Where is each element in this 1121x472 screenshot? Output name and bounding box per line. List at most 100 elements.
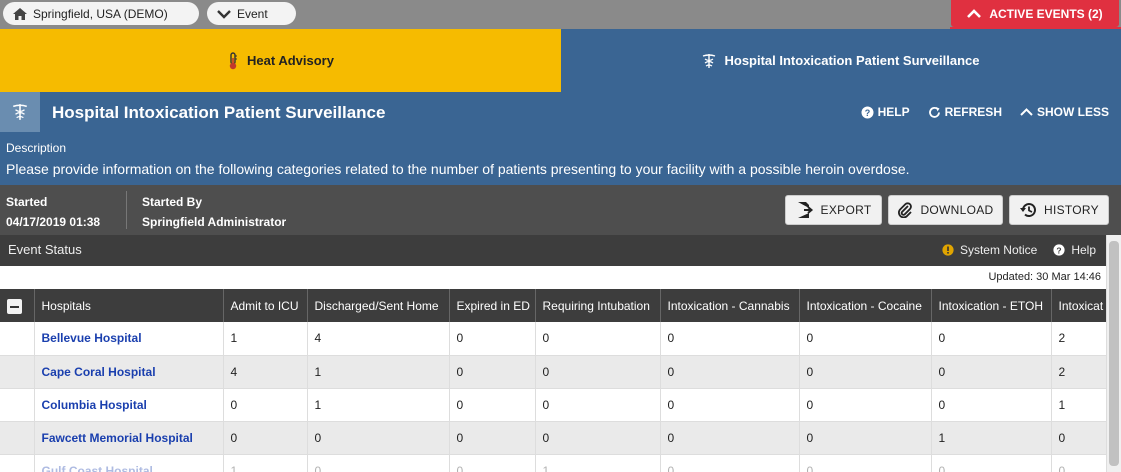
active-events-button[interactable]: ACTIVE EVENTS (2) xyxy=(951,0,1119,27)
event-status-title: Event Status xyxy=(8,242,82,257)
value-cell[interactable]: 0 xyxy=(535,421,661,455)
event-status-bar: Event Status System Notice ? Help xyxy=(0,235,1106,266)
status-help-button[interactable]: ? Help xyxy=(1053,243,1096,257)
history-button[interactable]: HISTORY xyxy=(1009,195,1109,225)
row-select-cell[interactable] xyxy=(0,388,35,422)
value-cell[interactable]: 0 xyxy=(1051,454,1106,472)
row-select-cell[interactable] xyxy=(0,454,35,472)
hospital-cell: Cape Coral Hospital xyxy=(34,355,224,389)
column-header[interactable]: Expired in ED xyxy=(449,289,536,322)
export-button[interactable]: EXPORT xyxy=(785,195,882,225)
value-cell[interactable]: 0 xyxy=(1051,421,1106,455)
value-cell[interactable]: 1 xyxy=(307,388,450,422)
value-cell[interactable]: 0 xyxy=(799,355,932,389)
value-cell[interactable]: 2 xyxy=(1051,355,1106,389)
row-select-cell[interactable] xyxy=(0,355,35,389)
value-cell[interactable]: 0 xyxy=(660,421,800,455)
row-select-cell[interactable] xyxy=(0,322,35,356)
hospital-link[interactable]: Columbia Hospital xyxy=(42,398,147,412)
location-selector[interactable]: Springfield, USA (DEMO) xyxy=(3,2,199,25)
value-cell[interactable]: 1 xyxy=(931,421,1052,455)
refresh-button[interactable]: REFRESH xyxy=(928,105,1002,119)
active-events-label: ACTIVE EVENTS (2) xyxy=(989,6,1103,21)
value-cell[interactable]: 0 xyxy=(535,388,661,422)
event-menu-button[interactable]: Event xyxy=(207,2,296,25)
value-cell[interactable]: 0 xyxy=(307,421,450,455)
value-cell[interactable]: 2 xyxy=(1051,322,1106,356)
value-cell[interactable]: 0 xyxy=(660,454,800,472)
collapse-all-cell[interactable] xyxy=(0,289,35,322)
value-cell[interactable]: 0 xyxy=(799,322,932,356)
column-header[interactable]: Intoxication - Cocaine xyxy=(799,289,932,322)
svg-text:?: ? xyxy=(1057,245,1062,255)
hospital-link[interactable]: Gulf Coast Hospital xyxy=(42,464,153,472)
system-notice-button[interactable]: System Notice xyxy=(942,243,1037,257)
status-actions: System Notice ? Help xyxy=(942,243,1096,257)
value-cell[interactable]: 0 xyxy=(931,388,1052,422)
value-cell[interactable]: 0 xyxy=(799,421,932,455)
event-menu-label: Event xyxy=(237,6,268,21)
value-cell[interactable]: 1 xyxy=(223,454,308,472)
tab-heat-advisory[interactable]: Heat Advisory xyxy=(0,29,561,92)
chevron-up-icon xyxy=(1020,108,1033,116)
started-label: Started xyxy=(6,195,48,209)
tab-hospital-intoxication[interactable]: Hospital Intoxication Patient Surveillan… xyxy=(561,29,1121,92)
value-cell[interactable]: 1 xyxy=(535,454,661,472)
help-icon: ? xyxy=(1053,244,1065,256)
value-cell[interactable]: 4 xyxy=(223,355,308,389)
value-cell[interactable]: 0 xyxy=(449,322,536,356)
help-button[interactable]: ? HELP xyxy=(861,105,910,119)
event-status-table-container[interactable]: Hospitals Admit to ICU Discharged/Sent H… xyxy=(0,289,1106,472)
value-cell[interactable]: 0 xyxy=(660,322,800,356)
column-header[interactable]: Intoxication - ETOH xyxy=(931,289,1052,322)
value-cell[interactable]: 0 xyxy=(449,388,536,422)
download-button[interactable]: DOWNLOAD xyxy=(888,195,1003,225)
refresh-icon xyxy=(928,106,940,118)
value-cell[interactable]: 1 xyxy=(223,322,308,356)
column-header[interactable]: Intoxicat xyxy=(1051,289,1106,322)
value-cell[interactable]: 0 xyxy=(223,388,308,422)
tab-heat-advisory-label: Heat Advisory xyxy=(247,53,334,68)
value-cell[interactable]: 0 xyxy=(660,388,800,422)
value-cell[interactable]: 0 xyxy=(799,454,932,472)
vertical-scrollbar[interactable] xyxy=(1106,235,1121,472)
value-cell[interactable]: 0 xyxy=(307,454,450,472)
column-header[interactable]: Discharged/Sent Home xyxy=(307,289,450,322)
help-label: HELP xyxy=(877,105,910,119)
value-cell[interactable]: 0 xyxy=(931,355,1052,389)
show-less-button[interactable]: SHOW LESS xyxy=(1020,105,1109,119)
value-cell[interactable]: 0 xyxy=(931,322,1052,356)
status-help-label: Help xyxy=(1071,243,1096,257)
table-row: Fawcett Memorial Hospital 0 0 0 0 0 0 1 … xyxy=(0,421,1106,455)
hospital-cell: Bellevue Hospital xyxy=(34,322,224,356)
hospital-link[interactable]: Bellevue Hospital xyxy=(42,331,142,345)
event-header: Hospital Intoxication Patient Surveillan… xyxy=(0,92,1121,185)
value-cell[interactable]: 0 xyxy=(660,355,800,389)
value-cell[interactable]: 0 xyxy=(931,454,1052,472)
hospital-link[interactable]: Cape Coral Hospital xyxy=(42,365,156,379)
value-cell[interactable]: 0 xyxy=(535,355,661,389)
hospital-link[interactable]: Fawcett Memorial Hospital xyxy=(42,431,193,445)
value-cell[interactable]: 1 xyxy=(307,355,450,389)
column-header[interactable]: Intoxication - Cannabis xyxy=(660,289,800,322)
value-cell[interactable]: 0 xyxy=(449,454,536,472)
top-bar: Springfield, USA (DEMO) Event ACTIVE EVE… xyxy=(0,0,1121,29)
export-icon xyxy=(797,202,813,218)
value-cell[interactable]: 4 xyxy=(307,322,450,356)
value-cell[interactable]: 0 xyxy=(799,388,932,422)
column-header[interactable]: Hospitals xyxy=(34,289,224,322)
event-status-table: Hospitals Admit to ICU Discharged/Sent H… xyxy=(0,289,1106,472)
scrollbar-thumb[interactable] xyxy=(1109,241,1119,466)
svg-text:?: ? xyxy=(864,108,870,118)
value-cell[interactable]: 1 xyxy=(1051,388,1106,422)
column-header[interactable]: Admit to ICU xyxy=(223,289,308,322)
collapse-toggle-icon[interactable] xyxy=(7,299,22,315)
table-header-row: Hospitals Admit to ICU Discharged/Sent H… xyxy=(0,289,1106,322)
description-text: Please provide information on the follow… xyxy=(6,161,910,177)
value-cell[interactable]: 0 xyxy=(223,421,308,455)
row-select-cell[interactable] xyxy=(0,421,35,455)
value-cell[interactable]: 0 xyxy=(449,355,536,389)
column-header[interactable]: Requiring Intubation xyxy=(535,289,661,322)
value-cell[interactable]: 0 xyxy=(535,322,661,356)
value-cell[interactable]: 0 xyxy=(449,421,536,455)
